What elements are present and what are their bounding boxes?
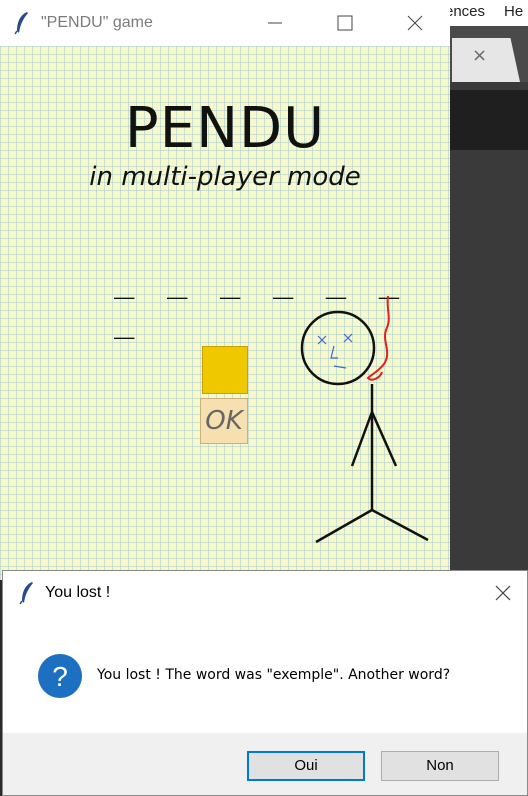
background-menubar: ences He [445, 0, 528, 26]
feather-icon [19, 582, 33, 605]
dialog-message: You lost ! The word was "exemple". Anoth… [97, 667, 451, 683]
dialog-footer: Oui Non [3, 733, 527, 795]
hangman-drawing [300, 295, 429, 544]
close-icon [407, 15, 423, 31]
feather-icon [14, 12, 28, 35]
background-tab[interactable]: × [452, 38, 520, 82]
close-button[interactable] [380, 0, 450, 46]
yes-button[interactable]: Oui [247, 751, 365, 781]
minimize-icon [268, 22, 282, 24]
hangman-body [315, 384, 429, 544]
title-bar[interactable]: "PENDU" game [0, 0, 450, 46]
background-menu-item-2[interactable]: He [504, 3, 523, 20]
hangman-head [300, 310, 376, 386]
no-button[interactable]: Non [381, 751, 499, 781]
minimize-button[interactable] [240, 0, 310, 46]
you-lost-dialog: You lost ! ? You lost ! The word was "ex… [2, 570, 528, 796]
window-title: "PENDU" game [41, 14, 153, 31]
dead-eyes [317, 333, 353, 369]
question-icon: ? [38, 654, 82, 698]
game-canvas: PENDU in multi-player mode _ _ _ _ _ _ _… [0, 46, 450, 580]
svg-text:?: ? [52, 661, 68, 692]
dialog-title: You lost ! [45, 584, 111, 601]
background-toolbar [448, 90, 528, 150]
maximize-button[interactable] [310, 0, 380, 46]
background-menu-item[interactable]: ences [445, 3, 485, 20]
background-tabstrip: × [448, 26, 528, 82]
pendu-game-window: "PENDU" game PENDU in multi-player mode … [0, 0, 450, 580]
maximize-icon [337, 15, 353, 31]
tab-close-icon[interactable]: × [472, 45, 487, 66]
close-icon[interactable] [493, 583, 513, 603]
rope [366, 295, 390, 381]
